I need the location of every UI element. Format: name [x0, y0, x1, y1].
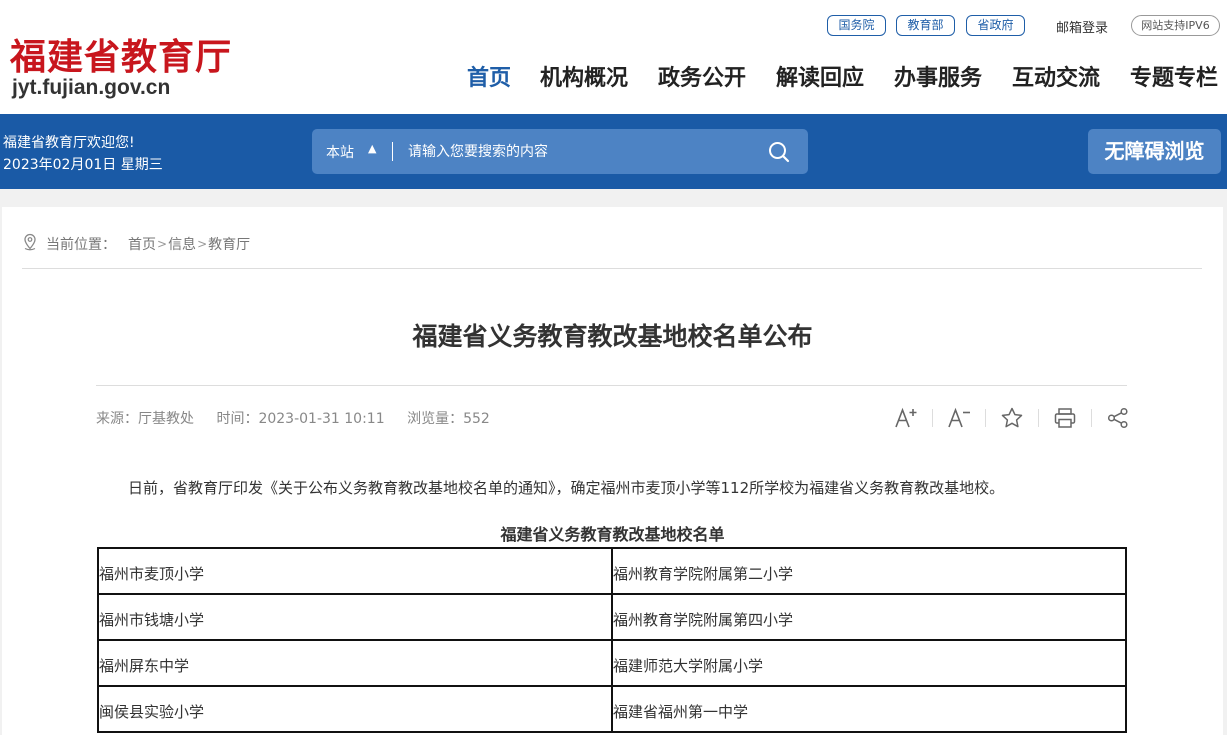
table-cell: 福建省福州第一中学 [611, 685, 1127, 733]
article-views: 浏览量：552 [407, 411, 490, 427]
table-cell: 福州市麦顶小学 [97, 547, 613, 595]
location-pin-icon [22, 233, 38, 255]
top-band: 福建省教育厅欢迎您! 2023年02月01日 星期三 本站 ▲ 无障碍浏览 [0, 114, 1227, 189]
search-divider [392, 142, 393, 161]
breadcrumb-separator: > [157, 237, 168, 251]
nav-services[interactable]: 办事服务 [894, 60, 982, 92]
table-cell: 闽侯县实验小学 [97, 685, 613, 733]
current-date: 2023年02月01日 星期三 [3, 157, 163, 173]
article-panel: 当前位置： 首页 > 信息 > 教育厅 福建省义务教育教改基地校名单公布 来源：… [2, 207, 1223, 735]
article-title: 福建省义务教育教改基地校名单公布 [412, 322, 813, 351]
article-paragraph: 日前，省教育厅印发《关于公布义务教育教改基地校名单的通知》，确定福州市麦顶小学等… [128, 479, 1005, 497]
accessibility-button[interactable]: 无障碍浏览 [1088, 129, 1221, 174]
nav-interpretation[interactable]: 解读回应 [776, 60, 864, 92]
welcome-text: 福建省教育厅欢迎您! [3, 135, 135, 151]
share-icon[interactable] [1104, 404, 1132, 432]
table-row: 福州市麦顶小学 福州教育学院附属第二小学 [97, 547, 1127, 595]
table-row: 闽侯县实验小学 福建省福州第一中学 [97, 685, 1127, 733]
nav-government-affairs[interactable]: 政务公开 [658, 60, 746, 92]
table-cell: 福州屏东中学 [97, 639, 613, 687]
school-list-table: 福州市麦顶小学 福州教育学院附属第二小学 福州市钱塘小学 福州教育学院附属第四小… [97, 547, 1127, 733]
breadcrumb-info[interactable]: 信息 [168, 234, 196, 254]
font-decrease-icon[interactable] [945, 404, 973, 432]
tool-divider [1091, 409, 1092, 427]
font-increase-icon[interactable] [892, 404, 920, 432]
nav-organization[interactable]: 机构概况 [540, 60, 628, 92]
breadcrumb-home[interactable]: 首页 [128, 234, 156, 254]
table-caption: 福建省义务教育教改基地校名单 [500, 525, 725, 544]
print-icon[interactable] [1051, 404, 1079, 432]
divider [96, 385, 1127, 386]
search-box: 本站 ▲ [312, 129, 808, 174]
tool-divider [932, 409, 933, 427]
nav-home[interactable]: 首页 [467, 60, 511, 92]
link-shengzhengfu[interactable]: 省政府 [966, 15, 1025, 36]
site-logo[interactable]: 福建省教育厅 [10, 28, 232, 80]
article-meta: 来源：厅基教处 时间：2023-01-31 10:11 浏览量：552 [96, 408, 508, 428]
article-time: 时间：2023-01-31 10:11 [216, 411, 385, 427]
breadcrumb-separator: > [197, 237, 208, 251]
table-cell: 福州教育学院附属第二小学 [611, 547, 1127, 595]
search-scope-select[interactable]: 本站 [326, 142, 354, 162]
ipv6-badge: 网站支持IPV6 [1131, 15, 1220, 36]
tool-divider [1038, 409, 1039, 427]
tool-divider [985, 409, 986, 427]
breadcrumb: 当前位置： 首页 > 信息 > 教育厅 [22, 233, 250, 255]
scope-sort-icon[interactable]: ▲ [368, 142, 376, 155]
article-source: 来源：厅基教处 [96, 411, 194, 427]
table-cell: 福州市钱塘小学 [97, 593, 613, 641]
site-domain: jyt.fujian.gov.cn [12, 76, 171, 99]
welcome-block: 福建省教育厅欢迎您! 2023年02月01日 星期三 [3, 132, 163, 176]
link-guowuyuan[interactable]: 国务院 [827, 15, 886, 36]
article-tools [892, 404, 1132, 432]
table-cell: 福州教育学院附属第四小学 [611, 593, 1127, 641]
table-cell: 福建师范大学附属小学 [611, 639, 1127, 687]
table-row: 福州屏东中学 福建师范大学附属小学 [97, 639, 1127, 687]
search-input[interactable] [408, 139, 748, 164]
breadcrumb-label: 当前位置： [46, 237, 116, 253]
nav-interaction[interactable]: 互动交流 [1012, 60, 1100, 92]
nav-special-topics[interactable]: 专题专栏 [1130, 60, 1218, 92]
breadcrumb-department[interactable]: 教育厅 [208, 234, 250, 254]
mail-login-link[interactable]: 邮箱登录 [1056, 17, 1108, 36]
search-icon[interactable] [768, 141, 790, 167]
divider [22, 268, 1202, 269]
star-icon[interactable] [998, 404, 1026, 432]
link-jiaoyubu[interactable]: 教育部 [896, 15, 955, 36]
site-header: 福建省教育厅 jyt.fujian.gov.cn 国务院 教育部 省政府 邮箱登… [0, 0, 1227, 114]
table-row: 福州市钱塘小学 福州教育学院附属第四小学 [97, 593, 1127, 641]
